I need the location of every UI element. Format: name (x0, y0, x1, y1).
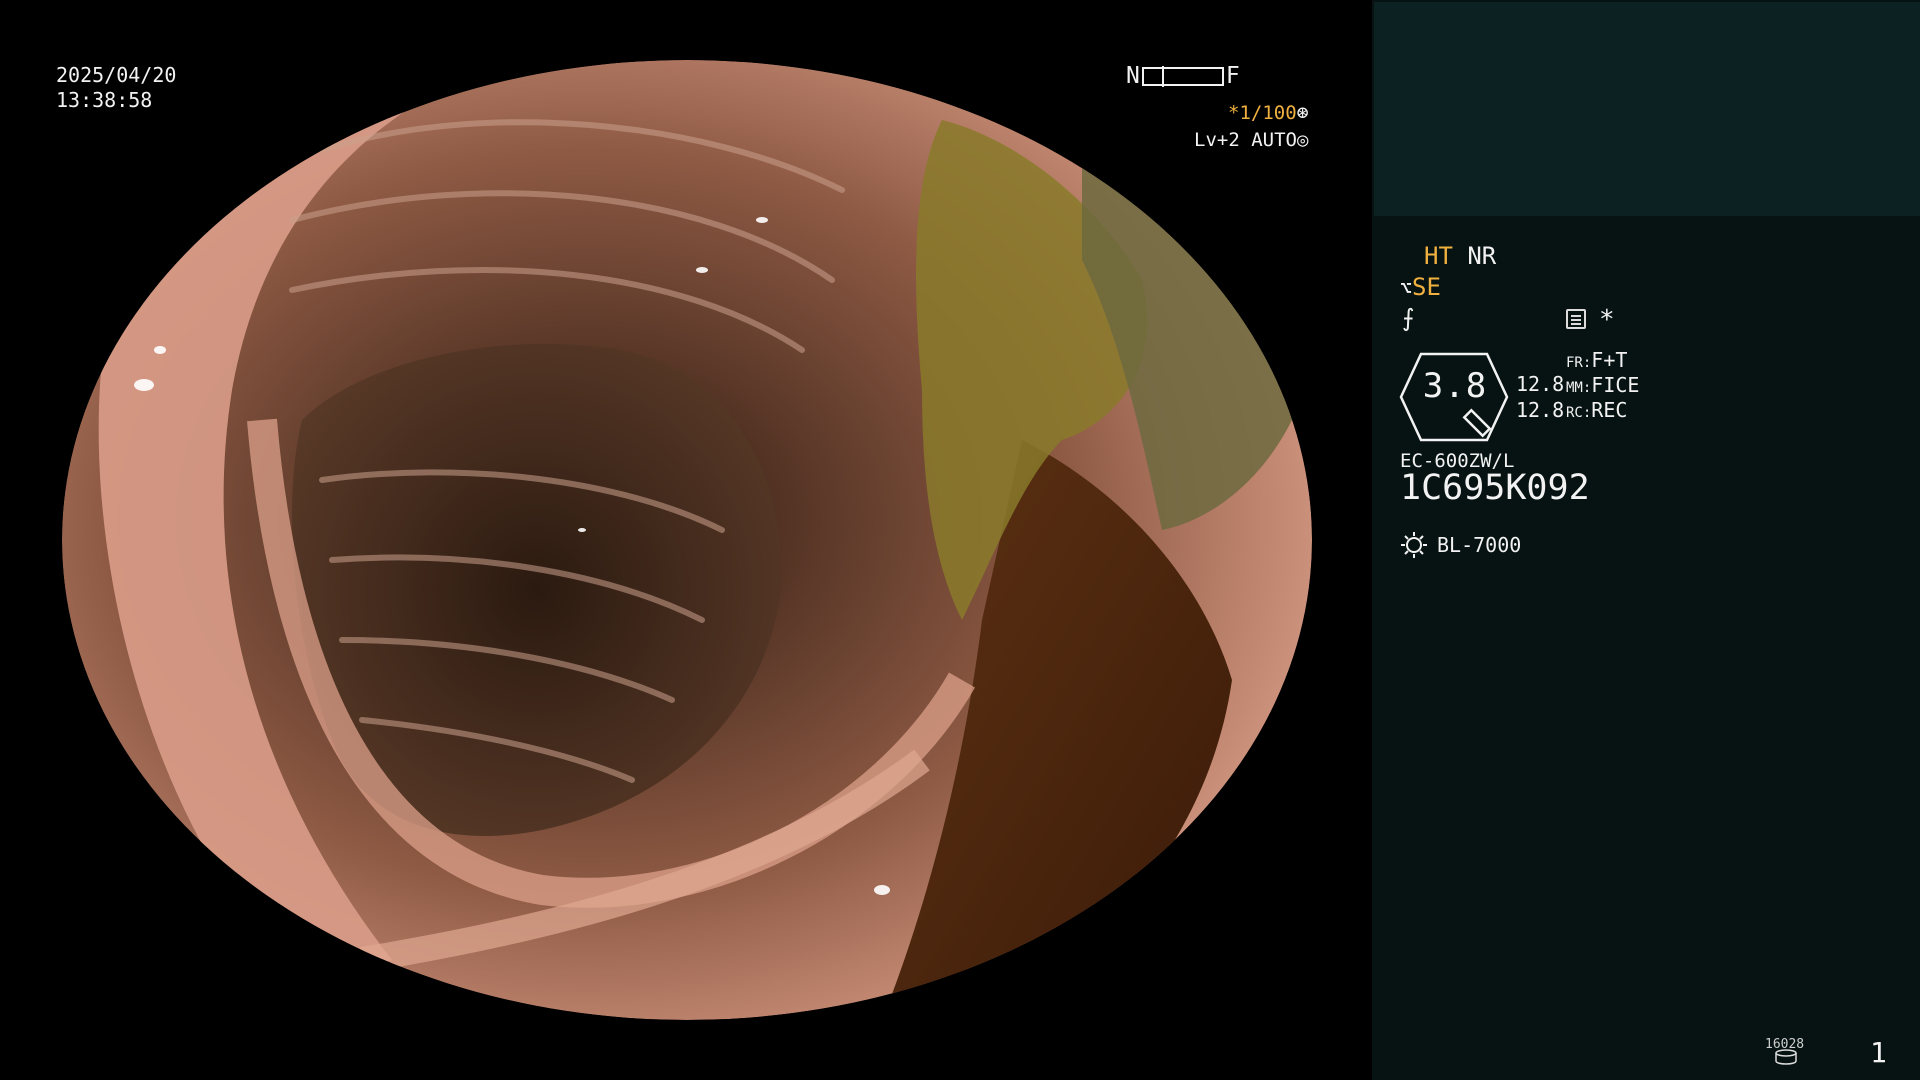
page-number: 1 (1870, 1036, 1887, 1069)
endoscopic-image (62, 60, 1312, 1020)
disk-icon (1775, 1049, 1797, 1065)
light-source-label: BL-7000 (1437, 533, 1522, 557)
menu-icon (1566, 309, 1586, 329)
brightness-level-readout: Lv+2 AUTO◎ (1194, 127, 1308, 153)
focus-bar (1141, 66, 1224, 87)
near-label: N (1126, 63, 1140, 89)
focus-marker (1161, 66, 1164, 87)
far-label: F (1225, 63, 1240, 89)
se-row: ⌥SE (1400, 274, 1441, 301)
fr-label: FR: (1566, 355, 1592, 371)
ht-nr-row: HT NR (1424, 243, 1496, 269)
aperture-icon: ⊛ (1296, 100, 1309, 124)
colon-lumen-illustration (62, 60, 1312, 1020)
iris-icon: ◎ (1296, 129, 1309, 151)
rc-label: RC: (1566, 405, 1592, 421)
mm-label: MM: (1566, 380, 1592, 396)
mm-value: FICE (1591, 373, 1640, 397)
date-time-readout: 2025/04/20 13:38:58 (56, 63, 176, 113)
shutter-text: *1/100 (1228, 102, 1297, 124)
near-far-indicator: NF (1126, 63, 1240, 89)
freeze-icon: ⨍ (1402, 304, 1415, 332)
lamp-icon (1401, 532, 1427, 558)
fr-value: F+T (1591, 348, 1628, 372)
star-icon: * (1599, 305, 1615, 335)
rc-value: REC (1591, 398, 1628, 422)
rc-row: RC:REC (1566, 397, 1627, 426)
level-text: Lv+2 AUTO (1194, 129, 1297, 151)
info-panel-header (1374, 2, 1920, 216)
ht-label: HT (1424, 242, 1453, 270)
tool-icon: ⌥ (1400, 276, 1413, 300)
magnification-top: 12.8 (1516, 372, 1565, 396)
shutter-readout: *1/100⊛ (1228, 99, 1309, 126)
nr-label: NR (1467, 242, 1497, 270)
scope-serial: 1C695K092 (1400, 468, 1590, 508)
se-label: SE (1412, 273, 1441, 301)
date-text: 2025/04/20 (56, 63, 177, 87)
freeze-row: ⨍ (1402, 305, 1415, 331)
magnification-bottom: 12.8 (1516, 398, 1565, 422)
time-text: 13:38:58 (56, 88, 153, 112)
zoom-value: 3.8 (1422, 366, 1488, 406)
